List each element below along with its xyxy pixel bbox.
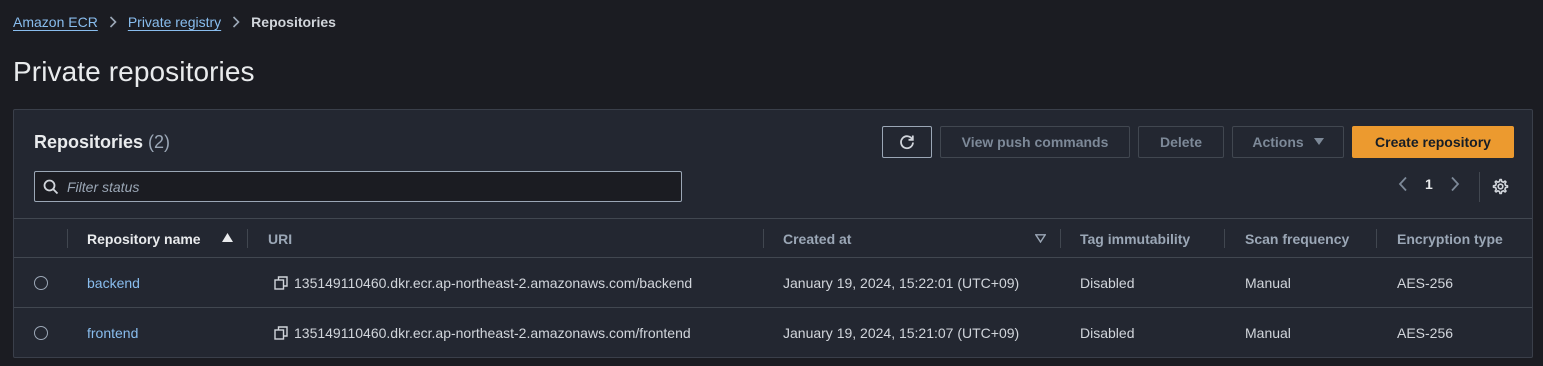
column-created-at[interactable]: Created at (783, 231, 851, 247)
filter-box (34, 171, 682, 202)
actions-dropdown[interactable]: Actions (1232, 126, 1344, 158)
encryption-type-cell: AES-256 (1397, 275, 1454, 291)
repository-name-link[interactable]: backend (87, 275, 140, 291)
gear-icon[interactable] (1491, 178, 1509, 196)
sort-descending-icon[interactable] (1035, 234, 1046, 243)
page-title: Private repositories (13, 56, 255, 87)
tag-immutability-cell: Disabled (1080, 275, 1135, 291)
tag-immutability-cell: Disabled (1080, 325, 1135, 341)
column-divider (67, 229, 68, 248)
repository-name-link[interactable]: frontend (87, 325, 138, 341)
table-row[interactable]: frontend 135149110460.dkr.ecr.ap-northea… (14, 308, 1532, 358)
repositories-table: Repository name URI Created at Tag immut… (14, 218, 1532, 358)
table-row[interactable]: backend 135149110460.dkr.ecr.ap-northeas… (14, 258, 1532, 308)
repositories-panel: Repositories (2) View push commands Delet… (13, 109, 1533, 358)
pagination: 1 (1398, 176, 1460, 192)
breadcrumb-private-registry[interactable]: Private registry (128, 14, 221, 30)
panel-title: Repositories (34, 132, 144, 152)
caret-down-icon (1313, 138, 1324, 146)
row-select-radio[interactable] (34, 276, 48, 290)
scan-frequency-cell: Manual (1245, 325, 1291, 341)
row-select-radio[interactable] (34, 326, 48, 340)
chevron-right-icon (232, 16, 240, 28)
delete-button[interactable]: Delete (1138, 126, 1224, 158)
column-scan-frequency: Scan frequency (1245, 231, 1350, 247)
create-repository-button[interactable]: Create repository (1352, 126, 1514, 158)
column-tag-immutability: Tag immutability (1080, 231, 1191, 247)
column-divider (1224, 229, 1225, 248)
encryption-type-cell: AES-256 (1397, 325, 1454, 341)
page-number[interactable]: 1 (1425, 176, 1433, 192)
column-divider (247, 229, 248, 248)
breadcrumb-amazon-ecr[interactable]: Amazon ECR (13, 14, 98, 30)
copy-icon[interactable] (274, 276, 288, 290)
column-divider (1376, 229, 1377, 248)
panel-header: Repositories (2) (34, 132, 170, 153)
refresh-icon (898, 133, 916, 151)
uri-text: 135149110460.dkr.ecr.ap-northeast-2.amaz… (294, 325, 691, 341)
filter-input[interactable] (67, 178, 657, 195)
search-icon (43, 179, 59, 195)
actions-label: Actions (1252, 134, 1304, 150)
repository-count: (2) (148, 132, 171, 152)
column-divider (763, 229, 764, 248)
uri-cell: 135149110460.dkr.ecr.ap-northeast-2.amaz… (274, 325, 691, 341)
breadcrumb: Amazon ECR Private registry Repositories (13, 14, 336, 30)
scan-frequency-cell: Manual (1245, 275, 1291, 291)
sort-ascending-icon[interactable] (222, 233, 233, 242)
created-at-cell: January 19, 2024, 15:22:01 (UTC+09) (783, 275, 1020, 291)
breadcrumb-current: Repositories (251, 14, 336, 30)
column-encryption-type: Encryption type (1397, 231, 1503, 247)
uri-cell: 135149110460.dkr.ecr.ap-northeast-2.amaz… (274, 275, 692, 291)
copy-icon[interactable] (274, 326, 288, 340)
created-at-cell: January 19, 2024, 15:21:07 (UTC+09) (783, 325, 1020, 341)
column-divider (1060, 229, 1061, 248)
chevron-left-icon[interactable] (1398, 176, 1408, 192)
table-header: Repository name URI Created at Tag immut… (14, 218, 1532, 258)
uri-text: 135149110460.dkr.ecr.ap-northeast-2.amaz… (294, 275, 693, 291)
column-repository-name[interactable]: Repository name (87, 231, 201, 247)
chevron-right-icon[interactable] (1450, 176, 1460, 192)
column-uri: URI (268, 231, 293, 247)
refresh-button[interactable] (882, 126, 932, 158)
view-push-commands-button[interactable]: View push commands (940, 126, 1130, 158)
chevron-right-icon (109, 16, 117, 28)
divider (1479, 172, 1480, 202)
